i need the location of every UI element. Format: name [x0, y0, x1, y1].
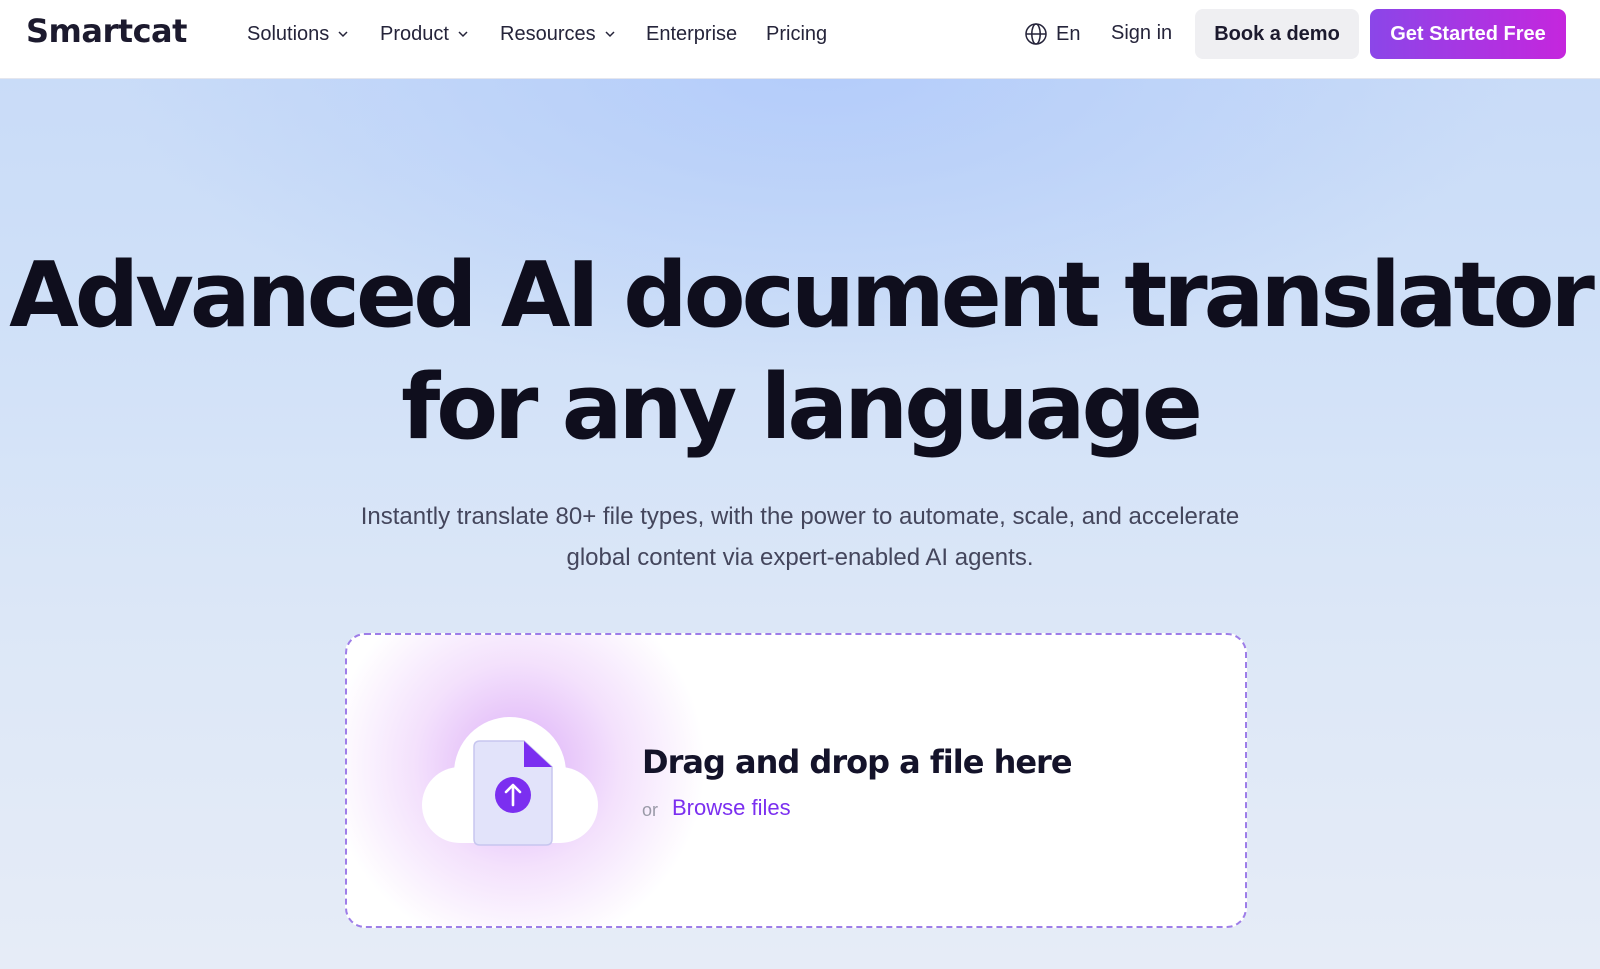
nav-pricing[interactable]: Pricing [766, 22, 827, 46]
language-label: En [1056, 22, 1081, 45]
book-demo-button[interactable]: Book a demo [1195, 9, 1359, 59]
upload-cloud-icon [422, 717, 598, 846]
get-started-button[interactable]: Get Started Free [1370, 9, 1566, 59]
file-dropzone[interactable]: Drag and drop a file here or Browse file… [345, 633, 1247, 928]
sign-in-link[interactable]: Sign in [1111, 22, 1172, 45]
hero-headline: Advanced AI document translator for any … [0, 240, 1600, 464]
language-selector[interactable]: En [1024, 21, 1080, 47]
browse-files-link[interactable]: Browse files [672, 795, 791, 821]
nav-product[interactable]: Product [380, 22, 469, 46]
hero-headline-line-1: Advanced AI document translator [9, 243, 1595, 348]
nav-enterprise[interactable]: Enterprise [646, 22, 737, 46]
site-header: Smartcat Solutions Product Resources Ent… [0, 0, 1600, 79]
dropzone-title: Drag and drop a file here [642, 743, 1073, 781]
chevron-down-icon [605, 31, 615, 38]
hero-headline-line-2: for any language [401, 355, 1203, 460]
nav-resources-label: Resources [500, 22, 596, 45]
globe-icon [1025, 23, 1047, 45]
upload-arrow-icon [495, 777, 531, 813]
nav-product-label: Product [380, 22, 449, 45]
chevron-down-icon [458, 31, 468, 38]
smartcat-logo[interactable]: Smartcat [26, 12, 187, 50]
nav-resources[interactable]: Resources [500, 22, 616, 46]
hero-subtitle: Instantly translate 80+ file types, with… [360, 503, 1240, 571]
chevron-down-icon [338, 31, 348, 38]
nav-solutions-label: Solutions [247, 22, 330, 45]
dropzone-or-text: or [642, 800, 659, 820]
nav-solutions[interactable]: Solutions [247, 22, 349, 46]
